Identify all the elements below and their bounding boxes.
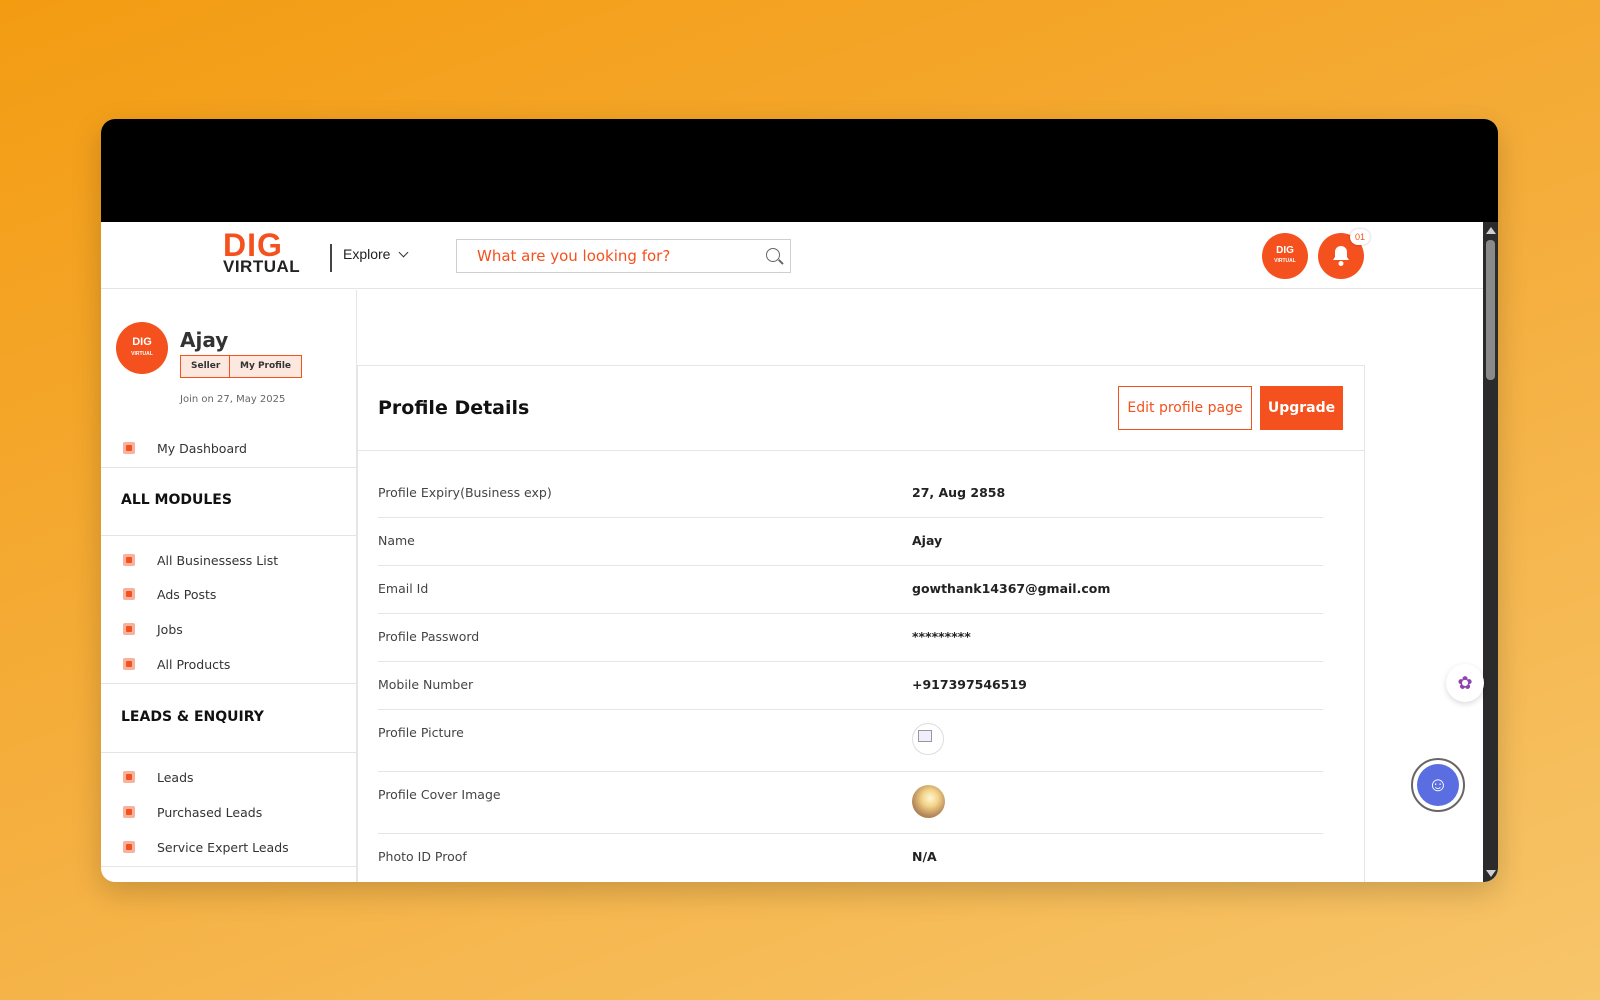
scroll-down-icon[interactable] — [1486, 870, 1496, 877]
divider — [101, 683, 357, 684]
sidebar-item-label: All Businessess List — [157, 552, 279, 568]
detail-row-expiry: Profile Expiry(Business exp) 27, Aug 285… — [378, 470, 1323, 518]
sidebar-item-leads[interactable]: Leads — [101, 763, 357, 791]
upgrade-button[interactable]: Upgrade — [1260, 386, 1343, 430]
profile-avatar-bottom: VIRTUAL — [131, 351, 153, 357]
row-label: Profile Picture — [378, 725, 464, 740]
my-profile-tag[interactable]: My Profile — [229, 355, 303, 378]
logo-virtual-text: VIRTUAL — [223, 257, 301, 276]
brand-logo[interactable]: DIG VIRTUAL — [223, 227, 309, 276]
detail-row-profile-picture: Profile Picture — [378, 710, 1323, 772]
sidebar-item-label: All Products — [157, 656, 231, 672]
section-leads-enquiry: LEADS & ENQUIRY — [121, 709, 264, 725]
detail-row-photo-id: Photo ID Proof N/A — [378, 834, 1323, 882]
divider — [101, 752, 357, 753]
page-title: Profile Details — [378, 397, 530, 419]
jobs-icon — [123, 623, 135, 635]
row-value: N/A — [912, 849, 937, 864]
sidebar-item-ads[interactable]: Ads Posts — [101, 580, 357, 608]
ads-icon — [123, 588, 135, 600]
profile-details-card: Profile Details Edit profile page Upgrad… — [357, 365, 1365, 882]
sidebar-item-products[interactable]: All Products — [101, 650, 357, 678]
sidebar-item-label: Leads — [157, 769, 194, 785]
row-label: Name — [378, 533, 415, 548]
row-label: Profile Cover Image — [378, 787, 501, 802]
leads-icon — [123, 771, 135, 783]
row-value: gowthank14367@gmail.com — [912, 581, 1111, 596]
support-chat-button[interactable]: ☺ — [1411, 758, 1465, 812]
header-divider — [330, 244, 332, 272]
sidebar-item-businesses[interactable]: All Businessess List — [101, 546, 357, 574]
logo-dig-text: DIG — [223, 227, 283, 263]
join-date: Join on 27, May 2025 — [180, 394, 286, 405]
profile-picture-thumbnail[interactable] — [912, 723, 944, 755]
sidebar-item-service-expert-leads[interactable]: Service Expert Leads — [101, 833, 357, 861]
avatar-logo-top: DIG — [1276, 245, 1294, 256]
detail-row-password: Profile Password ********* — [378, 614, 1323, 662]
vertical-scrollbar[interactable] — [1483, 222, 1498, 882]
seller-tag[interactable]: Seller — [180, 355, 232, 378]
products-icon — [123, 658, 135, 670]
row-value: 27, Aug 2858 — [912, 485, 1006, 500]
sidebar: DIG VIRTUAL Ajay Seller My Profile Join o… — [101, 290, 357, 882]
sidebar-item-purchased-leads[interactable]: Purchased Leads — [101, 798, 357, 826]
sidebar-item-label: Jobs — [157, 621, 183, 637]
avatar-logo-bottom: VIRTUAL — [1274, 258, 1296, 264]
sidebar-item-label: My Dashboard — [157, 440, 247, 456]
explore-dropdown[interactable]: Explore — [343, 246, 409, 262]
card-header: Profile Details Edit profile page Upgrad… — [358, 366, 1364, 451]
divider — [101, 467, 357, 468]
sidebar-item-dashboard[interactable]: My Dashboard — [101, 434, 357, 462]
bell-icon — [1333, 246, 1349, 266]
brain-icon: ✿ — [1457, 672, 1473, 693]
edit-profile-button[interactable]: Edit profile page — [1118, 386, 1252, 430]
black-banner — [101, 119, 1498, 222]
profile-name: Ajay — [180, 328, 229, 352]
service-expert-icon — [123, 841, 135, 853]
search-icon[interactable] — [766, 248, 780, 262]
divider — [101, 866, 357, 867]
detail-row-name: Name Ajay — [378, 518, 1323, 566]
search-box — [456, 239, 791, 273]
detail-row-cover-image: Profile Cover Image — [378, 772, 1323, 834]
cover-image-thumbnail[interactable] — [912, 785, 945, 818]
row-value: ********* — [912, 629, 971, 644]
row-label: Mobile Number — [378, 677, 474, 692]
purchased-leads-icon — [123, 806, 135, 818]
notification-badge: 01 — [1350, 229, 1370, 245]
sidebar-item-label: Ads Posts — [157, 586, 217, 602]
row-value: Ajay — [912, 533, 943, 548]
scroll-up-icon[interactable] — [1486, 227, 1496, 234]
divider — [101, 535, 357, 536]
section-all-modules: ALL MODULES — [121, 492, 232, 508]
page-content: DIG VIRTUAL Explore DIGVIRTUAL 01 DIGVIR… — [101, 222, 1483, 882]
chevron-down-icon — [399, 247, 409, 258]
user-avatar-button[interactable]: DIG VIRTUAL — [1262, 233, 1308, 279]
scrollbar-thumb[interactable] — [1486, 240, 1495, 380]
row-label: Profile Password — [378, 629, 480, 644]
profile-avatar: DIG VIRTUAL — [116, 322, 168, 374]
sidebar-item-label: Service Expert Leads — [157, 839, 289, 855]
support-agent-icon: ☺ — [1427, 773, 1449, 796]
detail-row-email: Email Id gowthank14367@gmail.com — [378, 566, 1323, 614]
sidebar-item-label: Purchased Leads — [157, 804, 263, 820]
dashboard-icon — [123, 442, 135, 454]
sidebar-item-jobs[interactable]: Jobs — [101, 615, 357, 643]
row-label: Photo ID Proof — [378, 849, 467, 864]
row-label: Email Id — [378, 581, 429, 596]
app-window: DIG VIRTUAL Explore DIGVIRTUAL 01 DIGVIR… — [101, 119, 1498, 882]
business-list-icon — [123, 554, 135, 566]
explore-label: Explore — [343, 246, 391, 262]
profile-avatar-top: DIG — [132, 336, 152, 348]
row-value: +917397546519 — [912, 677, 1027, 692]
search-input[interactable] — [457, 240, 747, 272]
ai-assistant-button[interactable]: ✿ — [1446, 664, 1484, 702]
top-header: DIG VIRTUAL Explore DIGVIRTUAL 01 — [101, 222, 1483, 289]
row-label: Profile Expiry(Business exp) — [378, 485, 552, 500]
detail-row-mobile: Mobile Number +917397546519 — [378, 662, 1323, 710]
